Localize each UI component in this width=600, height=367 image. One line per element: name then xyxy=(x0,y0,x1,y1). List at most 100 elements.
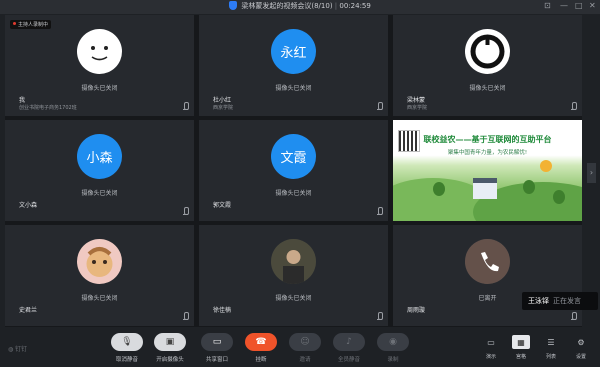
view-list-button[interactable]: ☰ 列表 xyxy=(538,335,564,361)
participant-tile[interactable]: 已离开 周雨璇 xyxy=(393,225,582,326)
screen-share-icon: ▭ xyxy=(212,337,222,347)
camera-off-label: 摄像头已关闭 xyxy=(81,295,118,302)
mic-icon xyxy=(377,102,383,110)
avatar xyxy=(77,29,122,74)
view-presentation-label: 演示 xyxy=(485,354,496,360)
participant-tile[interactable]: 摄像头已关闭 徐佳楠 xyxy=(199,225,388,326)
title-bar: 梁林蒙发起的视频会议(8/10) | 00:24:59 ⊡ — □ ✕ xyxy=(0,0,600,14)
tree-illustration xyxy=(553,190,565,204)
mic-icon xyxy=(183,102,189,110)
close-icon[interactable]: ✕ xyxy=(589,1,596,10)
meeting-title: 梁林蒙发起的视频会议(8/10) xyxy=(241,2,333,10)
view-presentation-button[interactable]: ▭ 演示 xyxy=(478,335,504,361)
invite-label: 邀请 xyxy=(299,357,311,363)
mic-icon xyxy=(571,102,577,110)
participant-name: 杜小红 xyxy=(213,97,232,104)
mic-icon xyxy=(183,312,189,320)
unmute-button[interactable]: 🎙 取消静音 xyxy=(110,333,144,363)
avatar: 文霞 xyxy=(271,134,316,179)
participant-tile[interactable]: 文霞 摄像头已关闭 郭文霞 xyxy=(199,120,388,221)
record-icon: ◉ xyxy=(389,337,397,347)
participant-name: 文小森 xyxy=(19,202,38,209)
house-illustration xyxy=(473,178,497,199)
avatar: 小森 xyxy=(77,134,122,179)
shared-tagline: 聚集中国青年力量，为农民解忧! xyxy=(447,150,528,156)
invite-icon: ☺ xyxy=(300,337,310,347)
shared-headline: 联校益农——基于互联网的互助平台 xyxy=(423,135,552,144)
camera-label: 开启摄像头 xyxy=(156,357,184,363)
recording-label: 主持人录制中 xyxy=(18,22,49,28)
hangup-icon: ☎ xyxy=(255,337,267,347)
camera-off-label: 摄像头已关闭 xyxy=(469,85,506,92)
mic-icon xyxy=(183,207,189,215)
avatar: 永红 xyxy=(271,29,316,74)
presentation-icon: ▭ xyxy=(487,337,495,347)
camera-off-label: 摄像头已关闭 xyxy=(81,190,118,197)
avatar xyxy=(271,239,316,284)
grid-icon: ▦ xyxy=(517,337,525,347)
participant-org: 西京学院 xyxy=(407,105,428,111)
dingtalk-logo-icon: ◍ xyxy=(8,346,14,353)
share-window-label: 共享窗口 xyxy=(205,357,228,363)
camera-button[interactable]: ▣ 开启摄像头 xyxy=(153,333,187,363)
shield-icon xyxy=(229,1,238,10)
participant-name: 郭文霞 xyxy=(213,202,232,209)
mic-icon xyxy=(377,207,383,215)
view-grid-label: 宫格 xyxy=(515,354,526,360)
mic-muted-icon: 🎙 xyxy=(121,337,133,347)
participant-tile[interactable]: 摄像头已关闭 史君兰 xyxy=(5,225,194,326)
speaker-state: 正在发言 xyxy=(553,297,581,305)
share-window-button[interactable]: ▭ 共享窗口 xyxy=(200,333,234,363)
shared-screen-tile[interactable]: 联校益农——基于互联网的互助平台 聚集中国青年力量，为农民解忧! xyxy=(393,120,582,221)
camera-off-label: 摄像头已关闭 xyxy=(81,85,118,92)
sun-illustration xyxy=(540,160,552,172)
hangup-label: 挂断 xyxy=(255,357,267,363)
view-grid-button[interactable]: ▦ 宫格 xyxy=(508,335,534,360)
invite-button[interactable]: ☺ 邀请 xyxy=(288,333,322,363)
smiley-face-icon xyxy=(91,46,108,61)
settings-icon: ⚙ xyxy=(577,337,585,347)
record-button[interactable]: ◉ 录制 xyxy=(376,333,410,363)
minimize-icon[interactable]: — xyxy=(560,1,568,10)
video-grid: 主持人录制中 摄像头已关闭 我 创业书院电子商务1702班 永红 摄像头已关闭 … xyxy=(5,15,582,327)
pin-icon[interactable]: ⊡ xyxy=(544,1,551,10)
participant-org: 创业书院电子商务1702班 xyxy=(19,105,77,111)
meeting-timer: 00:24:59 xyxy=(339,2,371,10)
participant-name: 我 xyxy=(19,97,26,104)
hangup-button[interactable]: ☎ 挂断 xyxy=(244,333,278,363)
mute-all-icon: ♪ xyxy=(346,337,352,347)
participant-tile[interactable]: 永红 摄像头已关闭 杜小红 西京学院 xyxy=(199,15,388,116)
record-dot-icon xyxy=(13,22,16,25)
participant-tile[interactable]: 摄像头已关闭 梁林蒙 西京学院 xyxy=(393,15,582,116)
meeting-toolbar: ◍ 钉钉 🎙 取消静音 ▣ 开启摄像头 ▭ 共享窗口 ☎ 挂断 ☺ 邀请 ♪ 全… xyxy=(0,327,600,367)
participant-name: 周雨璇 xyxy=(407,307,426,314)
mic-icon xyxy=(571,312,577,320)
phone-left-icon xyxy=(465,239,510,284)
next-page-arrow-icon[interactable]: › xyxy=(587,163,596,183)
participant-name: 梁林蒙 xyxy=(407,97,426,104)
list-icon: ☰ xyxy=(547,337,555,347)
maximize-icon[interactable]: □ xyxy=(575,1,583,10)
participant-tile[interactable]: 小森 摄像头已关闭 文小森 xyxy=(5,120,194,221)
avatar xyxy=(77,239,122,284)
settings-label: 设置 xyxy=(575,354,586,360)
participant-name: 徐佳楠 xyxy=(213,307,232,314)
camera-off-icon: ▣ xyxy=(165,337,175,347)
speaker-name: 王泳铎 xyxy=(528,297,549,305)
camera-off-label: 摄像头已关闭 xyxy=(275,85,312,92)
view-list-label: 列表 xyxy=(545,354,556,360)
mute-all-button[interactable]: ♪ 全员静音 xyxy=(332,333,366,363)
participant-org: 西京学院 xyxy=(213,105,234,111)
settings-button[interactable]: ⚙ 设置 xyxy=(568,335,594,361)
participant-name: 史君兰 xyxy=(19,307,38,314)
speaking-toast: 王泳铎 正在发言 xyxy=(522,292,598,310)
photo-avatar-icon xyxy=(271,239,316,284)
cartoon-avatar-icon xyxy=(86,247,113,277)
mute-all-label: 全员静音 xyxy=(337,357,360,363)
camera-off-label: 摄像头已关闭 xyxy=(275,295,312,302)
participant-tile[interactable]: 主持人录制中 摄像头已关闭 我 创业书院电子商务1702班 xyxy=(5,15,194,116)
ring-logo-icon xyxy=(470,34,505,69)
camera-off-label: 摄像头已关闭 xyxy=(275,190,312,197)
record-label: 录制 xyxy=(387,357,399,363)
avatar xyxy=(465,29,510,74)
